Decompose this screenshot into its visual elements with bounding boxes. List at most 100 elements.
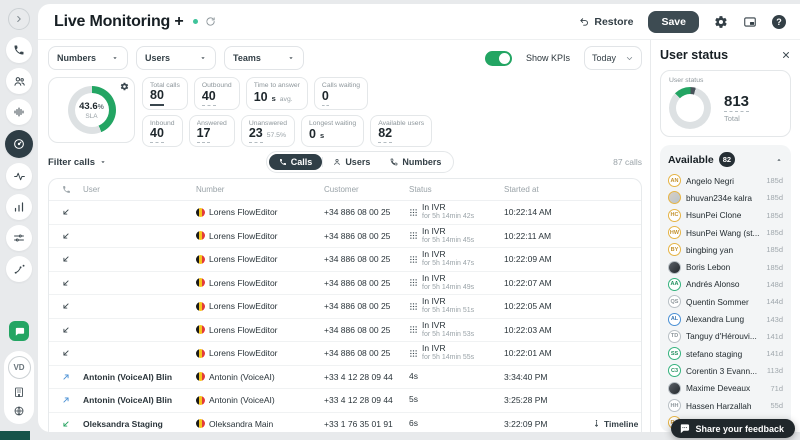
col-user: User bbox=[83, 185, 196, 194]
timeline-link[interactable]: Timeline bbox=[592, 419, 641, 429]
sidebar-item-live-monitoring[interactable] bbox=[5, 130, 33, 158]
close-icon[interactable] bbox=[781, 50, 791, 60]
sidebar-item-insights[interactable] bbox=[6, 256, 32, 282]
window-corner-strip bbox=[0, 431, 30, 440]
user-list-item[interactable]: bhuvan234e kalra 185d bbox=[668, 189, 783, 206]
user-list-item[interactable]: AL Alexandra Lung 143d bbox=[668, 310, 783, 327]
sidebar-item-settings-filters[interactable] bbox=[6, 225, 32, 251]
user-list-item[interactable]: QS Quentin Sommer 144d bbox=[668, 293, 783, 310]
avatar[interactable]: VD bbox=[8, 356, 31, 379]
user-list-item[interactable]: HC HsunPei Clone 185d bbox=[668, 207, 783, 224]
help-icon[interactable]: ? bbox=[772, 15, 786, 29]
keypad-grid-icon bbox=[409, 349, 418, 358]
kpi-value[interactable]: 23 bbox=[249, 127, 263, 143]
gear-icon[interactable] bbox=[714, 15, 728, 29]
table-row[interactable]: Lorens FlowEditor +34 886 08 00 25 In IV… bbox=[49, 342, 641, 366]
user-status-duration: 185d bbox=[766, 245, 783, 254]
user-avatar: HC bbox=[668, 209, 681, 222]
sla-settings-gear-icon[interactable] bbox=[120, 82, 129, 91]
calls-table: User Number Customer Status Started at bbox=[48, 178, 642, 432]
user-list-item[interactable]: AA Andrés Alonso 148d bbox=[668, 276, 783, 293]
user-avatar: HW bbox=[668, 226, 681, 239]
kpi-value[interactable]: 10 bbox=[254, 91, 268, 106]
status-cell: 6s bbox=[409, 419, 504, 429]
user-list-item[interactable]: Boris Lebon 185d bbox=[668, 258, 783, 275]
sidebar-item-calls[interactable] bbox=[6, 37, 32, 63]
call-direction-icon bbox=[61, 301, 71, 311]
share-feedback-button[interactable]: Share your feedback bbox=[671, 419, 795, 438]
kpi-value[interactable]: 17 bbox=[197, 127, 211, 143]
status-cell: In IVR for 5h 14min 51s bbox=[409, 297, 504, 315]
user-list-item[interactable]: BY bingbing yan 185d bbox=[668, 241, 783, 258]
number-cell: Lorens FlowEditor bbox=[196, 348, 324, 358]
sidebar-expand-button[interactable] bbox=[8, 8, 30, 30]
user-icon bbox=[333, 158, 341, 166]
table-row[interactable]: Antonin (VoiceAI) Blin Antonin (VoiceAI)… bbox=[49, 389, 641, 413]
started-at-cell: 10:22:03 AM bbox=[504, 325, 592, 335]
keypad-grid-icon bbox=[409, 325, 418, 334]
call-direction-icon bbox=[61, 348, 71, 358]
sidebar-item-users[interactable] bbox=[6, 68, 32, 94]
globe-icon[interactable] bbox=[13, 405, 25, 417]
kpi-value[interactable]: 40 bbox=[150, 127, 164, 143]
user-list-item[interactable]: Maxime Deveaux 71d bbox=[668, 380, 783, 397]
live-status-dot bbox=[193, 19, 198, 24]
numbers-filter-dropdown[interactable]: Numbers bbox=[48, 46, 128, 70]
period-select[interactable]: Today bbox=[584, 46, 642, 70]
user-cell: Antonin (VoiceAI) Blin bbox=[83, 395, 196, 405]
table-row[interactable]: Lorens FlowEditor +34 886 08 00 25 In IV… bbox=[49, 319, 641, 343]
kpi-value[interactable]: 82 bbox=[378, 127, 392, 143]
teams-filter-dropdown[interactable]: Teams bbox=[224, 46, 304, 70]
user-status-duration: 143d bbox=[766, 315, 783, 324]
user-name: Hassen Harzallah bbox=[686, 401, 751, 411]
table-row[interactable]: Lorens FlowEditor +34 886 08 00 25 In IV… bbox=[49, 248, 641, 272]
tab-numbers[interactable]: Numbers bbox=[380, 154, 451, 170]
table-row[interactable]: Antonin (VoiceAI) Blin Antonin (VoiceAI)… bbox=[49, 366, 641, 390]
kpi-value[interactable]: 40 bbox=[202, 90, 216, 106]
sliders-icon bbox=[13, 232, 25, 244]
kpi-value[interactable]: 0 bbox=[322, 90, 329, 106]
table-row[interactable]: Lorens FlowEditor +34 886 08 00 25 In IV… bbox=[49, 295, 641, 319]
table-row[interactable]: Oleksandra Staging Oleksandra Main +33 1… bbox=[49, 413, 641, 433]
user-list-item[interactable]: SS stefano staging 141d bbox=[668, 345, 783, 362]
available-header[interactable]: Available 82 bbox=[668, 152, 783, 167]
user-list-item[interactable]: C3 Corentin 3 Evann... 113d bbox=[668, 362, 783, 379]
sidebar-item-ivr[interactable] bbox=[6, 99, 32, 125]
chevron-down-icon bbox=[111, 54, 119, 62]
table-row[interactable]: Lorens FlowEditor +34 886 08 00 25 In IV… bbox=[49, 272, 641, 296]
user-avatar bbox=[668, 191, 681, 204]
save-button[interactable]: Save bbox=[648, 11, 699, 33]
customer-cell: +34 886 08 00 25 bbox=[324, 254, 409, 264]
calls-count: 87 calls bbox=[613, 157, 642, 167]
tab-calls[interactable]: Calls bbox=[269, 154, 323, 170]
building-icon[interactable] bbox=[13, 386, 25, 398]
number-cell: Lorens FlowEditor bbox=[196, 301, 324, 311]
users-filter-dropdown[interactable]: Users bbox=[136, 46, 216, 70]
refresh-icon[interactable] bbox=[205, 16, 216, 27]
tab-users[interactable]: Users bbox=[323, 154, 380, 170]
sidebar-item-activity[interactable] bbox=[6, 163, 32, 189]
user-list-item[interactable]: HW HsunPei Wang (st... 185d bbox=[668, 224, 783, 241]
user-list-item[interactable]: AN Angelo Negri 185d bbox=[668, 172, 783, 189]
filter-calls-dropdown[interactable]: Filter calls bbox=[48, 157, 107, 168]
user-list-item[interactable]: HH Hassen Harzallah 55d bbox=[668, 397, 783, 414]
col-status: Status bbox=[409, 185, 504, 194]
workspace-app-icon[interactable] bbox=[9, 321, 29, 341]
status-duration: for 5h 14min 55s bbox=[422, 354, 474, 362]
popout-window-icon[interactable] bbox=[743, 15, 757, 29]
show-kpis-toggle[interactable] bbox=[485, 51, 512, 66]
kpi-value[interactable]: 0 bbox=[309, 128, 316, 143]
total-users-value[interactable]: 813 bbox=[724, 93, 749, 112]
show-kpis-label: Show KPIs bbox=[526, 53, 570, 63]
belgium-flag-icon bbox=[196, 231, 205, 240]
restore-button[interactable]: Restore bbox=[579, 16, 633, 28]
table-row[interactable]: Lorens FlowEditor +34 886 08 00 25 In IV… bbox=[49, 225, 641, 249]
sidebar-item-analytics[interactable] bbox=[6, 194, 32, 220]
user-name: bingbing yan bbox=[686, 245, 733, 255]
bar-chart-icon bbox=[13, 201, 25, 213]
table-row[interactable]: Lorens FlowEditor +34 886 08 00 25 In IV… bbox=[49, 201, 641, 225]
user-list-item[interactable]: TD Tanguy d'Hérouvi... 141d bbox=[668, 328, 783, 345]
kpi-value[interactable]: 80 bbox=[150, 89, 164, 106]
user-name: Alexandra Lung bbox=[686, 314, 744, 324]
chevron-up-icon[interactable] bbox=[775, 156, 783, 164]
